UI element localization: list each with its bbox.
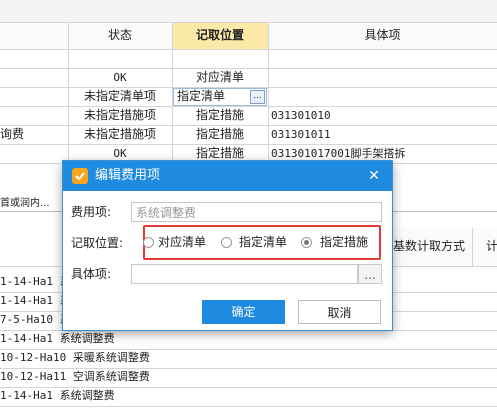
fee-label: 费用项: [71,205,112,219]
top-strip [0,0,497,22]
lower-row-7: 1-14-Ha1 系统调整费 [0,389,115,402]
row2-position-editor[interactable]: 指定清单 ... [173,88,267,106]
row3-item[interactable]: 031301010 [271,106,491,125]
radio-specify-list[interactable] [221,237,232,248]
item-browse-button[interactable]: ... [358,264,382,284]
ok-button[interactable]: 确定 [202,300,285,324]
lower-row-3: 7-5-Ha10 系 [0,313,70,326]
header-position[interactable]: 记取位置 [172,26,268,45]
lower-row-5: 10-12-Ha10 采暖系统调整费 [0,351,150,364]
dialog-title-bar[interactable]: 编辑费用项 ✕ [63,161,392,191]
lower-row-2: 1-14-Ha1 系 [0,294,70,307]
radio-specify-measure[interactable] [301,237,312,248]
app-icon [72,168,88,184]
radio-match-list[interactable] [143,237,154,248]
row1-status: OK [113,71,127,84]
fee-field[interactable]: 系统调整费 [131,202,382,222]
item-label: 具体项: [71,267,112,281]
row3-status: 未指定措施项 [83,108,156,122]
lower-header-base[interactable]: 基数计取方式 [393,237,473,256]
row4-position[interactable]: 指定措施 [172,125,268,144]
partial-label: 首或润内... [0,198,50,209]
row1-position[interactable]: 对应清单 [172,68,268,87]
close-icon[interactable]: ✕ [364,166,384,186]
header-item[interactable]: 具体项 [268,26,497,45]
edit-fee-dialog: 编辑费用项 ✕ 费用项: 系统调整费 记取位置: 对应清单 指定清单 指定措施 … [62,160,393,331]
row2-status: 未指定清单项 [83,89,156,103]
lower-row-4: 1-14-Ha1 系统调整费 [0,332,115,345]
item-field[interactable] [131,264,358,284]
option-match-list-label: 对应清单 [158,235,207,249]
row4-name: 询费 [0,127,25,141]
dialog-title: 编辑费用项 [95,168,161,183]
cancel-button[interactable]: 取消 [298,300,381,324]
position-label: 记取位置: [71,236,124,250]
row2-browse-button[interactable]: ... [250,90,265,104]
lower-row-1: 1-14-Ha1 系 [0,275,70,288]
option-specify-list-label: 指定清单 [239,235,288,249]
row3-position[interactable]: 指定措施 [172,106,268,125]
row4-item[interactable]: 031301011 [271,125,491,144]
lower-header-cut[interactable]: 计 [486,237,497,256]
row2-position: 指定清单 [177,89,226,103]
row4-status: 未指定措施项 [83,127,156,141]
option-specify-measure-label: 指定措施 [320,235,369,249]
lower-row-6: 10-12-Ha11 空调系统调整费 [0,370,150,383]
header-status[interactable]: 状态 [68,26,172,45]
